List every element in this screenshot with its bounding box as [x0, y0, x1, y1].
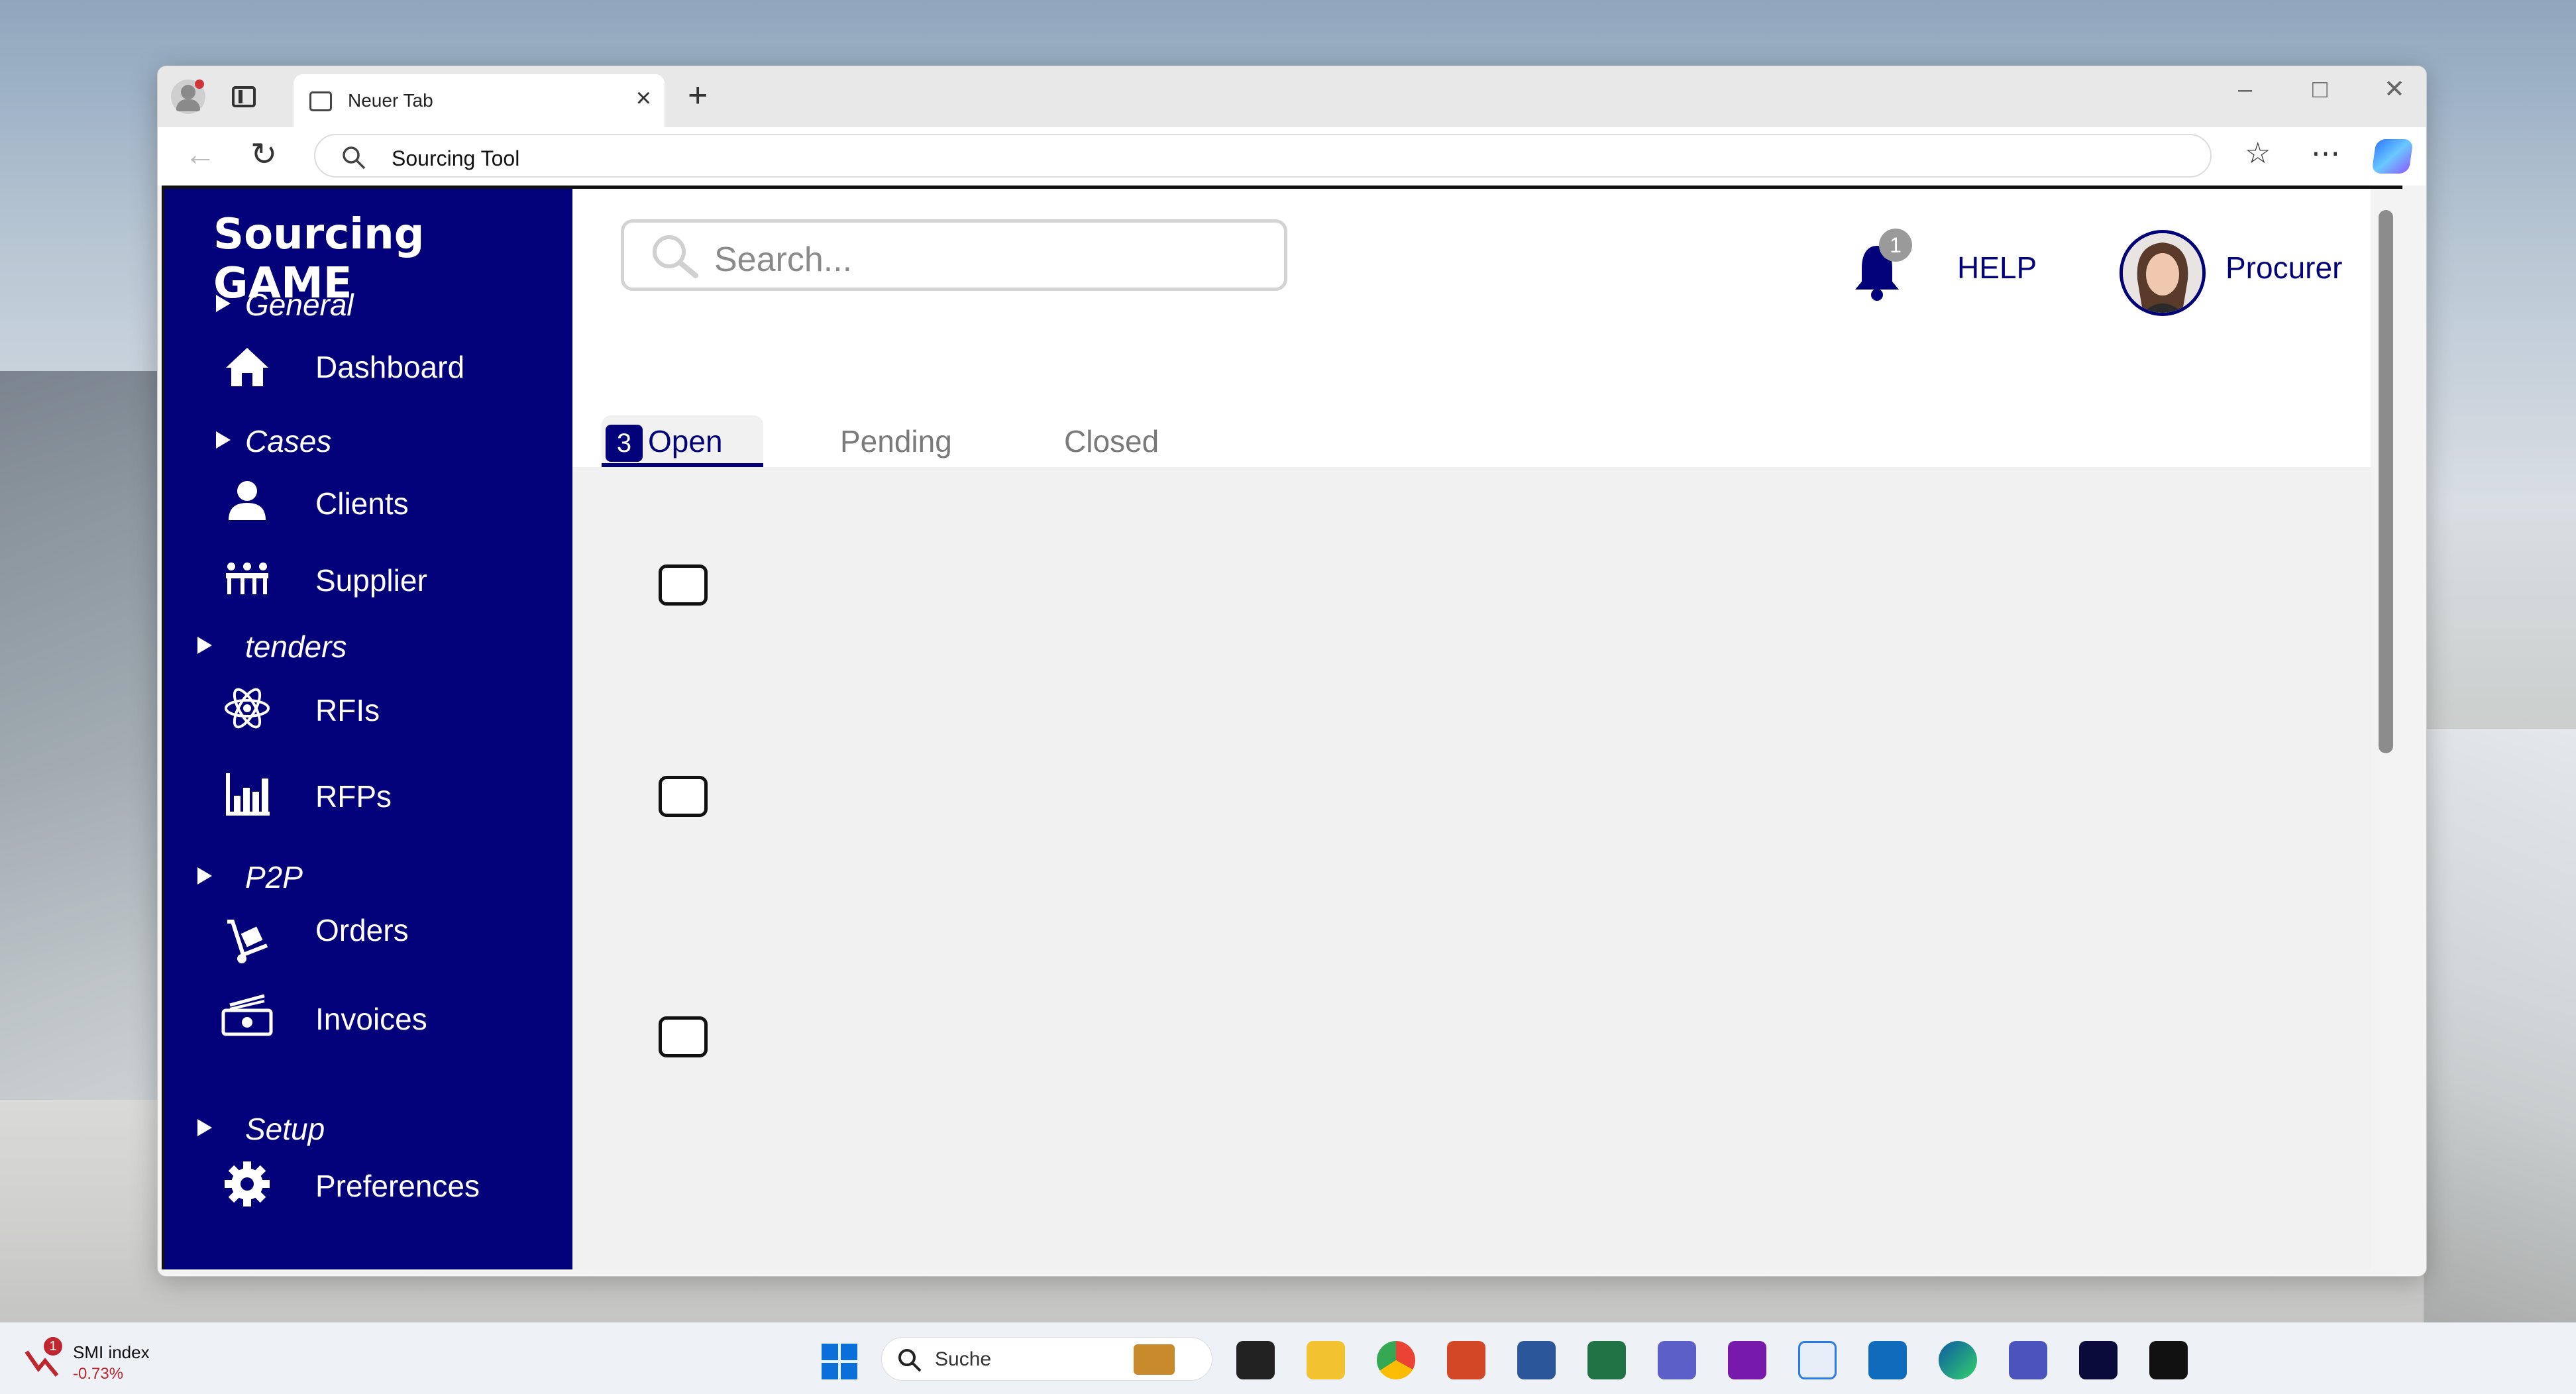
onenote-icon[interactable] — [1728, 1341, 1766, 1379]
teams-classic-icon[interactable] — [2009, 1341, 2047, 1379]
chrome-icon[interactable] — [1377, 1341, 1415, 1379]
sidebar-item-supplier[interactable]: Supplier — [221, 549, 565, 609]
expand-triangle-icon — [197, 637, 212, 654]
excel-icon[interactable] — [1587, 1341, 1626, 1379]
stock-widget-icon[interactable]: 1 — [24, 1337, 62, 1379]
dev-tool-icon[interactable] — [2149, 1341, 2188, 1379]
group-p2p[interactable]: P2P — [197, 859, 303, 895]
hand-truck-icon — [227, 920, 268, 963]
word-icon[interactable] — [1517, 1341, 1556, 1379]
taskbar-search[interactable]: Suche — [881, 1337, 1212, 1381]
expand-triangle-icon — [197, 867, 212, 885]
webex-icon[interactable] — [2079, 1341, 2118, 1379]
search-input[interactable]: Search... — [621, 219, 1287, 291]
widget-badge: 1 — [44, 1337, 62, 1356]
atom-icon — [225, 688, 270, 729]
widget-value: -0.73% — [73, 1365, 124, 1383]
notification-badge: 1 — [1879, 229, 1912, 262]
expand-triangle-icon — [216, 295, 231, 312]
home-icon — [226, 348, 268, 386]
profile-alert-dot — [195, 80, 204, 89]
sidebar-item-rfis[interactable]: RFIs — [221, 679, 565, 739]
page-viewport: Sourcing GAME General Dashboard Cases Cl… — [162, 186, 2402, 1269]
snipping-tool-icon[interactable] — [1798, 1341, 1837, 1379]
terminal-app-icon[interactable] — [1236, 1341, 1275, 1379]
person-icon — [229, 481, 266, 520]
case-checkbox[interactable] — [659, 564, 708, 606]
minimize-icon[interactable]: – — [2238, 77, 2252, 102]
start-icon[interactable] — [822, 1344, 857, 1379]
help-link[interactable]: HELP — [1957, 250, 2037, 286]
sidebar-item-preferences[interactable]: Preferences — [221, 1155, 565, 1214]
close-tab-icon[interactable]: × — [636, 85, 651, 111]
powerpoint-icon[interactable] — [1447, 1341, 1485, 1379]
avatar[interactable] — [2120, 230, 2206, 316]
case-checkbox[interactable] — [659, 776, 708, 817]
search-icon — [653, 235, 698, 278]
outlook-icon[interactable] — [1868, 1341, 1907, 1379]
expand-triangle-icon — [197, 1119, 212, 1136]
search-icon — [343, 146, 366, 170]
wallpaper-mountain-right — [2424, 729, 2576, 1325]
sidebar-item-invoices[interactable]: Invoices — [221, 988, 565, 1047]
taskbar: 1 SMI index -0.73% Suche — [0, 1322, 2576, 1394]
case-checkbox[interactable] — [659, 1016, 708, 1057]
group-general[interactable]: General — [216, 287, 354, 323]
sidebar-item-clients[interactable]: Clients — [221, 472, 565, 532]
sidebar: Sourcing GAME General Dashboard Cases Cl… — [162, 189, 572, 1269]
browser-window: Neuer Tab × + – □ ✕ ← ↻ Sourcing Tool ☆ … — [157, 66, 2427, 1277]
user-role[interactable]: Procurer — [2226, 250, 2342, 286]
address-bar[interactable]: Sourcing Tool — [314, 134, 2212, 178]
sidebar-item-orders[interactable]: Orders — [221, 912, 565, 972]
wallpaper-mountain-left — [0, 371, 172, 1100]
tab-pending[interactable]: Pending — [840, 415, 952, 467]
search-icon — [898, 1349, 922, 1372]
favorites-icon[interactable]: ☆ — [2245, 139, 2271, 168]
more-menu-icon[interactable]: ⋯ — [2311, 139, 2340, 168]
browser-tab[interactable]: Neuer Tab × — [294, 74, 665, 127]
main-content: Search... 1 HELP Procurer 3 Open Pending… — [572, 189, 2371, 1269]
tab-open[interactable]: 3 Open — [602, 415, 763, 467]
file-explorer-icon[interactable] — [1307, 1341, 1345, 1379]
status-tabs: 3 Open Pending Closed — [572, 407, 2371, 467]
search-placeholder: Search... — [714, 241, 853, 279]
edge-icon[interactable] — [1939, 1341, 1977, 1379]
teams-icon[interactable] — [1658, 1341, 1696, 1379]
bar-chart-icon — [226, 773, 270, 816]
briefcase-icon — [1134, 1344, 1175, 1375]
user-photo — [2123, 233, 2202, 313]
copilot-icon[interactable] — [2371, 139, 2414, 174]
widget-title: SMI index — [73, 1342, 150, 1362]
sidebar-item-dashboard[interactable]: Dashboard — [221, 336, 565, 396]
back-icon[interactable]: ← — [184, 139, 216, 171]
expand-triangle-icon — [216, 431, 231, 449]
new-tab-button[interactable]: + — [688, 78, 708, 113]
address-text: Sourcing Tool — [392, 146, 520, 170]
tab-closed[interactable]: Closed — [1064, 415, 1159, 467]
open-count-badge: 3 — [606, 425, 643, 462]
profile-icon[interactable] — [171, 80, 205, 114]
maximize-icon[interactable]: □ — [2312, 77, 2328, 102]
close-window-icon[interactable]: ✕ — [2384, 77, 2405, 102]
money-bill-icon — [221, 994, 273, 1036]
tab-actions-icon[interactable] — [232, 86, 256, 107]
sidebar-item-rfps[interactable]: RFPs — [221, 765, 565, 825]
browser-tab-bar: Neuer Tab × + – □ ✕ — [158, 66, 2426, 127]
group-tenders[interactable]: tenders — [197, 629, 347, 665]
new-tab-page-icon — [309, 91, 332, 111]
refresh-icon[interactable]: ↻ — [250, 139, 277, 171]
case-list — [572, 467, 2371, 1269]
gear-icon — [225, 1161, 270, 1206]
browser-toolbar: ← ↻ Sourcing Tool ☆ ⋯ — [158, 127, 2426, 186]
group-setup[interactable]: Setup — [197, 1111, 325, 1147]
scrollbar-thumb[interactable] — [2379, 210, 2393, 753]
supplier-meeting-icon — [226, 563, 268, 594]
scrollbar[interactable] — [2371, 189, 2402, 1269]
browser-tab-title: Neuer Tab — [348, 90, 433, 111]
group-cases[interactable]: Cases — [216, 423, 331, 459]
